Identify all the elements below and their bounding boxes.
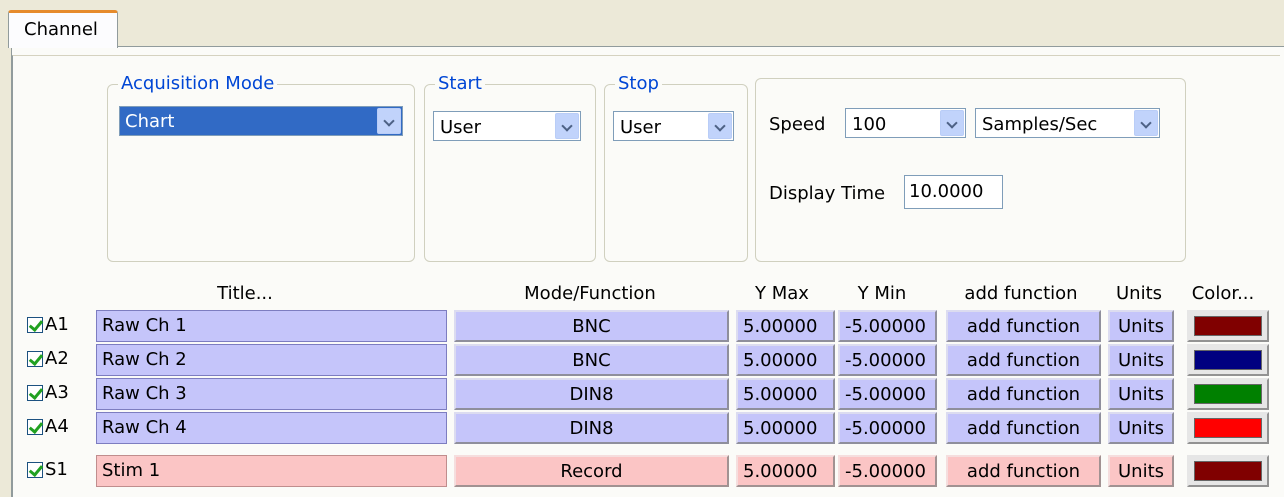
channel-id: S1 <box>45 459 68 480</box>
units-button[interactable]: Units <box>1108 412 1174 444</box>
stop-select[interactable]: User <box>613 111 734 141</box>
chevron-down-icon[interactable] <box>1134 110 1158 136</box>
y-max-field[interactable]: 5.00000 <box>736 310 835 342</box>
channel-title-field[interactable]: Raw Ch 4 <box>96 412 447 444</box>
chevron-down-icon[interactable] <box>708 113 732 139</box>
chevron-down-icon[interactable] <box>940 110 964 136</box>
speed-unit-value: Samples/Sec <box>982 114 1098 135</box>
chevron-down-icon[interactable] <box>377 108 401 134</box>
stop-legend: Stop <box>615 73 662 95</box>
header-y-max: Y Max <box>755 283 809 304</box>
y-max-field[interactable]: 5.00000 <box>736 378 835 410</box>
y-min-field[interactable]: -5.00000 <box>838 412 937 444</box>
chevron-down-icon[interactable] <box>555 113 579 139</box>
y-min-field[interactable]: -5.00000 <box>838 455 937 487</box>
mode-function-button[interactable]: BNC <box>454 344 729 376</box>
add-function-button[interactable]: add function <box>946 412 1101 444</box>
channel-enable-checkbox[interactable] <box>27 351 43 367</box>
mode-function-button[interactable]: Record <box>454 455 729 487</box>
channel-enable-checkbox[interactable] <box>27 419 43 435</box>
add-function-button[interactable]: add function <box>946 310 1101 342</box>
add-function-button[interactable]: add function <box>946 455 1101 487</box>
color-button[interactable] <box>1187 378 1269 410</box>
channel-enable-checkbox[interactable] <box>27 317 43 333</box>
tab-channel[interactable]: Channel <box>8 10 118 48</box>
color-swatch <box>1194 384 1262 404</box>
channel-row: A4 Raw Ch 4 DIN8 5.00000 -5.00000 add functio… <box>23 411 1273 445</box>
channel-id: A3 <box>45 382 69 403</box>
mode-function-button[interactable]: DIN8 <box>454 378 729 410</box>
display-time-label: Display Time <box>769 183 886 204</box>
add-function-button[interactable]: add function <box>946 344 1101 376</box>
acquisition-mode-value: Chart <box>125 111 175 132</box>
mode-function-button[interactable]: DIN8 <box>454 412 729 444</box>
channel-title-field[interactable]: Stim 1 <box>96 455 447 487</box>
y-max-field[interactable]: 5.00000 <box>736 344 835 376</box>
channel-enable-checkbox[interactable] <box>27 385 43 401</box>
header-y-min: Y Min <box>857 283 907 304</box>
units-button[interactable]: Units <box>1108 378 1174 410</box>
header-color: Color... <box>1191 283 1255 304</box>
header-units: Units <box>1115 283 1163 304</box>
display-time-input[interactable]: 10.0000 <box>904 175 1003 209</box>
speed-label: Speed <box>769 114 826 135</box>
color-button[interactable] <box>1187 412 1269 444</box>
mode-function-button[interactable]: BNC <box>454 310 729 342</box>
channel-row: A2 Raw Ch 2 BNC 5.00000 -5.00000 add function… <box>23 343 1273 377</box>
speed-value: 100 <box>852 114 887 135</box>
channel-row: S1 Stim 1 Record 5.00000 -5.00000 add functio… <box>23 454 1273 488</box>
units-button[interactable]: Units <box>1108 455 1174 487</box>
color-swatch <box>1194 418 1262 438</box>
start-select[interactable]: User <box>433 111 581 141</box>
channel-row: A3 Raw Ch 3 DIN8 5.00000 -5.00000 add functio… <box>23 377 1273 411</box>
color-swatch <box>1194 461 1262 481</box>
header-add-function: add function <box>964 283 1078 304</box>
color-button[interactable] <box>1187 310 1269 342</box>
speed-select[interactable]: 100 <box>845 108 966 138</box>
units-button[interactable]: Units <box>1108 310 1174 342</box>
speed-unit-select[interactable]: Samples/Sec <box>975 108 1160 138</box>
color-swatch <box>1194 316 1262 336</box>
acquisition-mode-legend: Acquisition Mode <box>118 73 278 95</box>
header-mode-function: Mode/Function <box>524 283 656 304</box>
header-title: Title... <box>217 283 273 304</box>
channel-id: A1 <box>45 314 69 335</box>
y-max-field[interactable]: 5.00000 <box>736 412 835 444</box>
add-function-button[interactable]: add function <box>946 378 1101 410</box>
color-swatch <box>1194 350 1262 370</box>
stop-value: User <box>620 117 662 138</box>
channel-id: A2 <box>45 348 69 369</box>
start-legend: Start <box>435 73 485 95</box>
speed-group <box>755 78 1186 262</box>
channel-title-field[interactable]: Raw Ch 1 <box>96 310 447 342</box>
channel-id: A4 <box>45 416 69 437</box>
channel-title-field[interactable]: Raw Ch 2 <box>96 344 447 376</box>
y-min-field[interactable]: -5.00000 <box>838 310 937 342</box>
channel-enable-checkbox[interactable] <box>27 462 43 478</box>
y-min-field[interactable]: -5.00000 <box>838 344 937 376</box>
color-button[interactable] <box>1187 455 1269 487</box>
start-value: User <box>440 117 482 138</box>
y-min-field[interactable]: -5.00000 <box>838 378 937 410</box>
color-button[interactable] <box>1187 344 1269 376</box>
y-max-field[interactable]: 5.00000 <box>736 455 835 487</box>
tab-strip: Channel <box>0 0 1284 48</box>
units-button[interactable]: Units <box>1108 344 1174 376</box>
channel-row: A1 Raw Ch 1 BNC 5.00000 -5.00000 add function… <box>23 309 1273 343</box>
acquisition-mode-select[interactable]: Chart <box>119 106 403 136</box>
channel-title-field[interactable]: Raw Ch 3 <box>96 378 447 410</box>
